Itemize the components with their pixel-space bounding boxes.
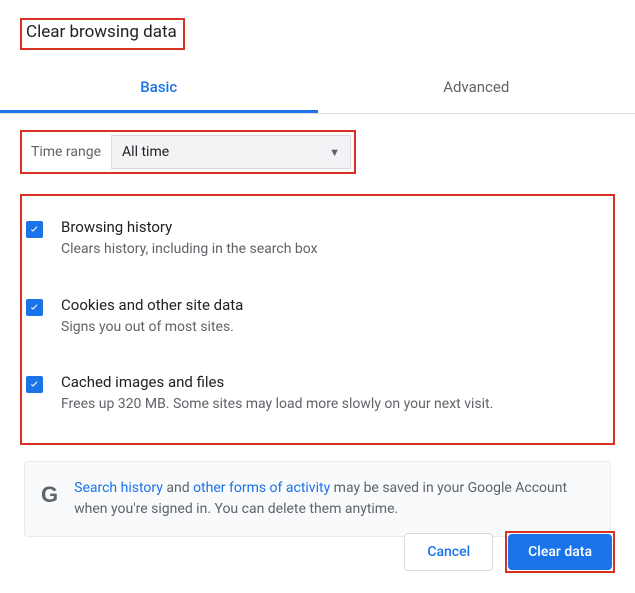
title-highlight-box: Clear browsing data <box>20 18 185 50</box>
options-block: Browsing history Clears history, includi… <box>20 194 615 445</box>
checkmark-icon <box>28 223 41 236</box>
option-title: Cached images and files <box>61 373 603 391</box>
button-row: Cancel Clear data <box>404 531 615 573</box>
chevron-down-icon: ▼ <box>329 146 340 159</box>
tab-bar: Basic Advanced <box>0 66 635 114</box>
clear-button-highlight-box: Clear data <box>505 531 615 573</box>
checkbox-browsing-history[interactable] <box>26 221 43 238</box>
option-description: Frees up 320 MB. Some sites may load mor… <box>61 395 603 415</box>
clear-data-button[interactable]: Clear data <box>508 534 612 570</box>
option-description: Signs you out of most sites. <box>61 318 603 338</box>
cancel-button[interactable]: Cancel <box>404 533 493 571</box>
tab-basic[interactable]: Basic <box>0 66 318 113</box>
time-range-row: Time range All time ▼ <box>20 130 356 174</box>
info-text: Search history and other forms of activi… <box>74 478 594 520</box>
google-icon: G <box>41 482 58 508</box>
google-account-info-box: G Search history and other forms of acti… <box>24 461 611 537</box>
option-text: Cookies and other site data Signs you ou… <box>61 296 603 338</box>
info-text-segment: and <box>163 480 193 496</box>
clear-browsing-data-dialog: Clear browsing data Basic Advanced Time … <box>0 0 635 537</box>
link-other-activity[interactable]: other forms of activity <box>193 480 330 496</box>
option-text: Cached images and files Frees up 320 MB.… <box>61 373 603 415</box>
option-title: Browsing history <box>61 218 603 236</box>
option-cookies: Cookies and other site data Signs you ou… <box>22 288 603 348</box>
checkbox-cookies[interactable] <box>26 299 43 316</box>
time-range-label: Time range <box>25 138 111 166</box>
time-range-value: All time <box>122 144 169 160</box>
checkmark-icon <box>28 301 41 314</box>
checkmark-icon <box>28 378 41 391</box>
option-title: Cookies and other site data <box>61 296 603 314</box>
option-description: Clears history, including in the search … <box>61 240 603 260</box>
link-search-history[interactable]: Search history <box>74 480 163 496</box>
option-browsing-history: Browsing history Clears history, includi… <box>22 210 603 270</box>
dialog-title: Clear browsing data <box>26 22 177 42</box>
time-range-select[interactable]: All time ▼ <box>111 135 351 169</box>
title-row: Clear browsing data <box>0 0 635 60</box>
tab-advanced[interactable]: Advanced <box>318 66 635 113</box>
option-text: Browsing history Clears history, includi… <box>61 218 603 260</box>
checkbox-cached[interactable] <box>26 376 43 393</box>
option-cached: Cached images and files Frees up 320 MB.… <box>22 365 603 425</box>
